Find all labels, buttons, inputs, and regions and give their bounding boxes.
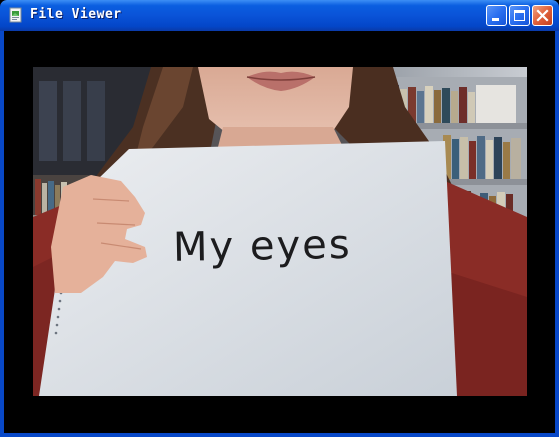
title-bar[interactable]: File Viewer — [0, 0, 559, 31]
photo-canvas: My eyes — [33, 67, 527, 396]
close-button[interactable] — [532, 5, 553, 26]
minimize-button[interactable] — [486, 5, 507, 26]
window-title: File Viewer — [30, 7, 122, 22]
displayed-photo: My eyes — [33, 67, 527, 396]
minimize-icon — [492, 18, 499, 21]
sign-handwriting: My eyes — [173, 222, 352, 271]
maximize-icon — [514, 10, 525, 21]
file-viewer-window: File Viewer My eyes — [0, 0, 559, 437]
maximize-button[interactable] — [509, 5, 530, 26]
app-icon — [9, 7, 22, 23]
close-icon — [536, 9, 549, 22]
